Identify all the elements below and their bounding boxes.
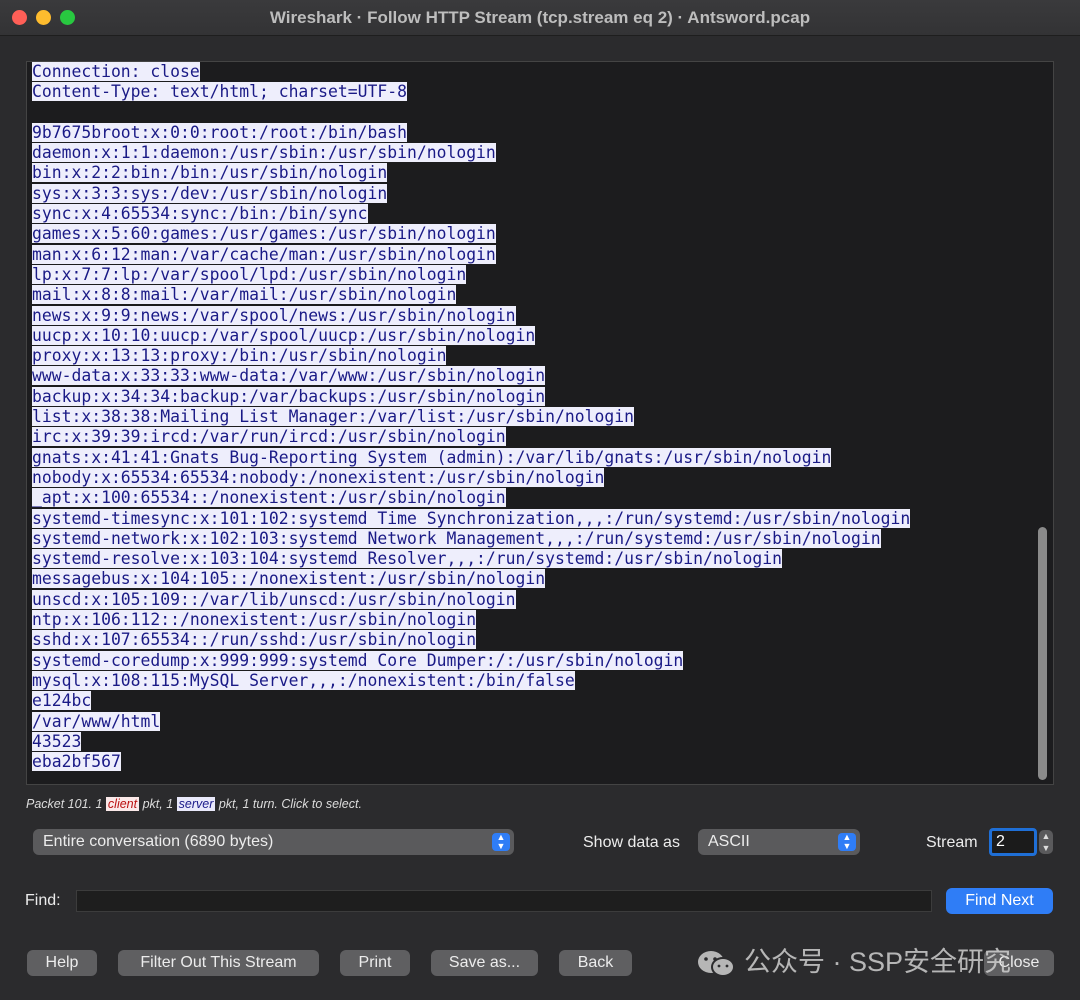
stream-line: gnats:x:41:41:Gnats Bug-Reporting System… <box>32 447 832 467</box>
stream-line: Content-Type: text/html; charset=UTF-8 <box>32 82 407 102</box>
stream-line: nobody:x:65534:65534:nobody:/nonexistent… <box>32 467 605 487</box>
stream-line: bin:x:2:2:bin:/bin:/usr/sbin/nologin <box>32 163 388 183</box>
stream-line: 43523 <box>32 731 82 751</box>
stream-line: systemd-network:x:102:103:systemd Networ… <box>32 528 881 548</box>
vertical-scrollbar[interactable] <box>1038 527 1047 780</box>
server-tag: server <box>176 797 216 811</box>
stream-label: Stream <box>926 834 978 851</box>
conversation-select-value: Entire conversation (6890 bytes) <box>43 833 274 850</box>
stream-line: news:x:9:9:news:/var/spool/news:/usr/sbi… <box>32 305 516 325</box>
wechat-icon <box>698 950 735 977</box>
save-as-button[interactable]: Save as... <box>431 950 538 976</box>
stream-line: e124bc <box>32 691 92 711</box>
stream-line: backup:x:34:34:backup:/var/backups:/usr/… <box>32 386 546 406</box>
stream-line: eba2bf567 <box>32 752 121 772</box>
stream-line: man:x:6:12:man:/var/cache/man:/usr/sbin/… <box>32 244 496 264</box>
stream-line: _apt:x:100:65534::/nonexistent:/usr/sbin… <box>32 488 506 508</box>
watermark: 公众号 · SSP安全研究 <box>696 940 1066 978</box>
stream-line: proxy:x:13:13:proxy:/bin:/usr/sbin/nolog… <box>32 346 447 366</box>
stream-line: lp:x:7:7:lp:/var/spool/lpd:/usr/sbin/nol… <box>32 264 467 284</box>
stream-line: games:x:5:60:games:/usr/games:/usr/sbin/… <box>32 224 496 244</box>
find-next-button[interactable]: Find Next <box>946 888 1053 914</box>
stream-line: sshd:x:107:65534::/run/sshd:/usr/sbin/no… <box>32 630 477 650</box>
stream-line: mail:x:8:8:mail:/var/mail:/usr/sbin/nolo… <box>32 285 457 305</box>
stream-stepper-icon[interactable]: ▲ ▼ <box>1039 830 1053 854</box>
stream-line: sys:x:3:3:sys:/dev:/usr/sbin/nologin <box>32 183 388 203</box>
print-button[interactable]: Print <box>340 950 410 976</box>
stream-line: systemd-coredump:x:999:999:systemd Core … <box>32 650 684 670</box>
stream-line: www-data:x:33:33:www-data:/var/www:/usr/… <box>32 366 546 386</box>
stream-line <box>32 103 910 123</box>
stream-content[interactable]: Connection: close Content-Type: text/html… <box>26 61 1054 785</box>
help-button[interactable]: Help <box>27 950 97 976</box>
stream-line: systemd-resolve:x:103:104:systemd Resolv… <box>32 549 782 569</box>
client-tag: client <box>105 797 140 811</box>
packet-info-middle: pkt, 1 <box>139 797 177 811</box>
stream-line: ntp:x:106:112::/nonexistent:/usr/sbin/no… <box>32 610 477 630</box>
filter-out-stream-button[interactable]: Filter Out This Stream <box>118 950 319 976</box>
title-bar: Wireshark · Follow HTTP Stream (tcp.stre… <box>0 0 1080 36</box>
conversation-select[interactable]: Entire conversation (6890 bytes) ▲ ▼ <box>33 829 514 855</box>
stream-line: /var/www/html <box>32 711 161 731</box>
stream-line: daemon:x:1:1:daemon:/usr/sbin:/usr/sbin/… <box>32 143 496 163</box>
stream-line: uucp:x:10:10:uucp:/var/spool/uucp:/usr/s… <box>32 325 536 345</box>
chevron-updown-icon: ▲ ▼ <box>838 833 856 851</box>
stream-line: messagebus:x:104:105::/nonexistent:/usr/… <box>32 569 546 589</box>
stream-line: mysql:x:108:115:MySQL Server,,,:/nonexis… <box>32 670 575 690</box>
window-title: Wireshark · Follow HTTP Stream (tcp.stre… <box>269 8 811 27</box>
back-button[interactable]: Back <box>559 950 632 976</box>
find-label: Find: <box>25 892 61 909</box>
packet-info-suffix: pkt, 1 turn. Click to select. <box>215 797 362 811</box>
stream-line: systemd-timesync:x:101:102:systemd Time … <box>32 508 911 528</box>
packet-info-prefix: Packet 101. 1 <box>26 797 106 811</box>
stream-line: list:x:38:38:Mailing List Manager:/var/l… <box>32 407 634 427</box>
stream-line: Connection: close <box>32 62 200 81</box>
chevron-updown-icon: ▲ ▼ <box>492 833 510 851</box>
stream-text[interactable]: Connection: close Content-Type: text/html… <box>32 62 911 772</box>
show-data-as-value: ASCII <box>708 833 750 850</box>
show-data-as-select[interactable]: ASCII ▲ ▼ <box>698 829 860 855</box>
show-data-as-label: Show data as <box>583 834 680 851</box>
watermark-text: 公众号 · SSP安全研究 <box>744 947 1012 977</box>
packet-info[interactable]: Packet 101. 1 client pkt, 1 server pkt, … <box>26 797 362 811</box>
stream-line: unscd:x:105:109::/var/lib/unscd:/usr/sbi… <box>32 589 516 609</box>
stream-line: sync:x:4:65534:sync:/bin:/bin/sync <box>32 204 368 224</box>
stream-line: irc:x:39:39:ircd:/var/run/ircd:/usr/sbin… <box>32 427 506 447</box>
stream-line: 9b7675broot:x:0:0:root:/root:/bin/bash <box>32 122 407 142</box>
stream-number-input[interactable]: 2 <box>989 828 1037 856</box>
find-input[interactable] <box>76 890 932 912</box>
